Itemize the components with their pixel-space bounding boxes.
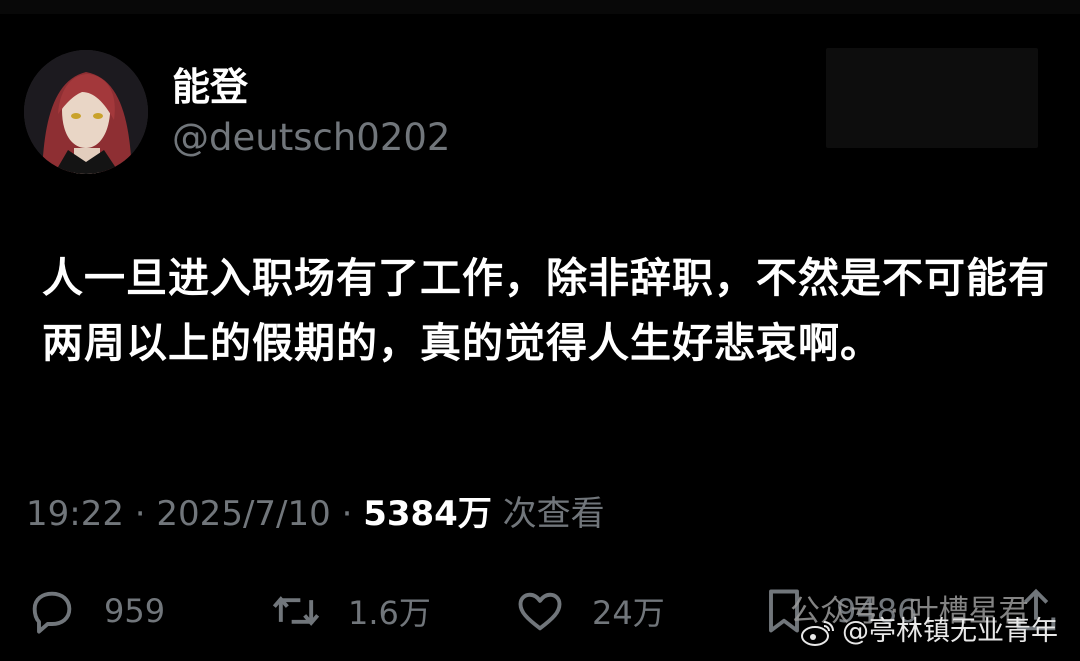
top-strip xyxy=(0,0,1080,14)
tweet-time[interactable]: 19:22 xyxy=(26,494,124,534)
redacted-area xyxy=(826,48,1038,148)
meta-separator: · xyxy=(341,494,353,534)
tweet-text: 人一旦进入职场有了工作，除非辞职，不然是不可能有两周以上的假期的，真的觉得人生好… xyxy=(42,254,1050,367)
tweet-screenshot: 能登 @deutsch0202 人一旦进入职场有了工作，除非辞职，不然是不可能有… xyxy=(0,0,1080,661)
like-button[interactable]: 24万 xyxy=(514,578,665,644)
weibo-account-text: @亭林镇无业青年 xyxy=(842,616,1058,647)
views-count: 5384万 xyxy=(363,494,492,534)
weibo-logo-icon xyxy=(801,621,834,646)
views-label: 次查看 xyxy=(502,494,605,534)
like-count: 24万 xyxy=(592,594,665,632)
avatar[interactable] xyxy=(24,50,148,174)
reply-count: 959 xyxy=(104,592,166,630)
avatar-image xyxy=(24,50,148,174)
reply-button[interactable]: 959 xyxy=(26,578,165,644)
reply-icon xyxy=(32,591,72,634)
retweet-button[interactable]: 1.6万 xyxy=(270,578,431,644)
weibo-watermark: @亭林镇无业青年 xyxy=(800,612,1058,652)
heart-icon xyxy=(518,592,562,631)
tweet-date[interactable]: 2025/7/10 xyxy=(156,494,330,534)
tweet-meta: 19:22 · 2025/7/10 · 5384万 次查看 xyxy=(26,490,605,538)
meta-separator: · xyxy=(134,494,146,534)
retweet-count: 1.6万 xyxy=(348,594,431,632)
display-name[interactable]: 能登 xyxy=(172,62,248,112)
retweet-icon xyxy=(272,596,320,626)
user-handle[interactable]: @deutsch0202 xyxy=(172,114,450,162)
